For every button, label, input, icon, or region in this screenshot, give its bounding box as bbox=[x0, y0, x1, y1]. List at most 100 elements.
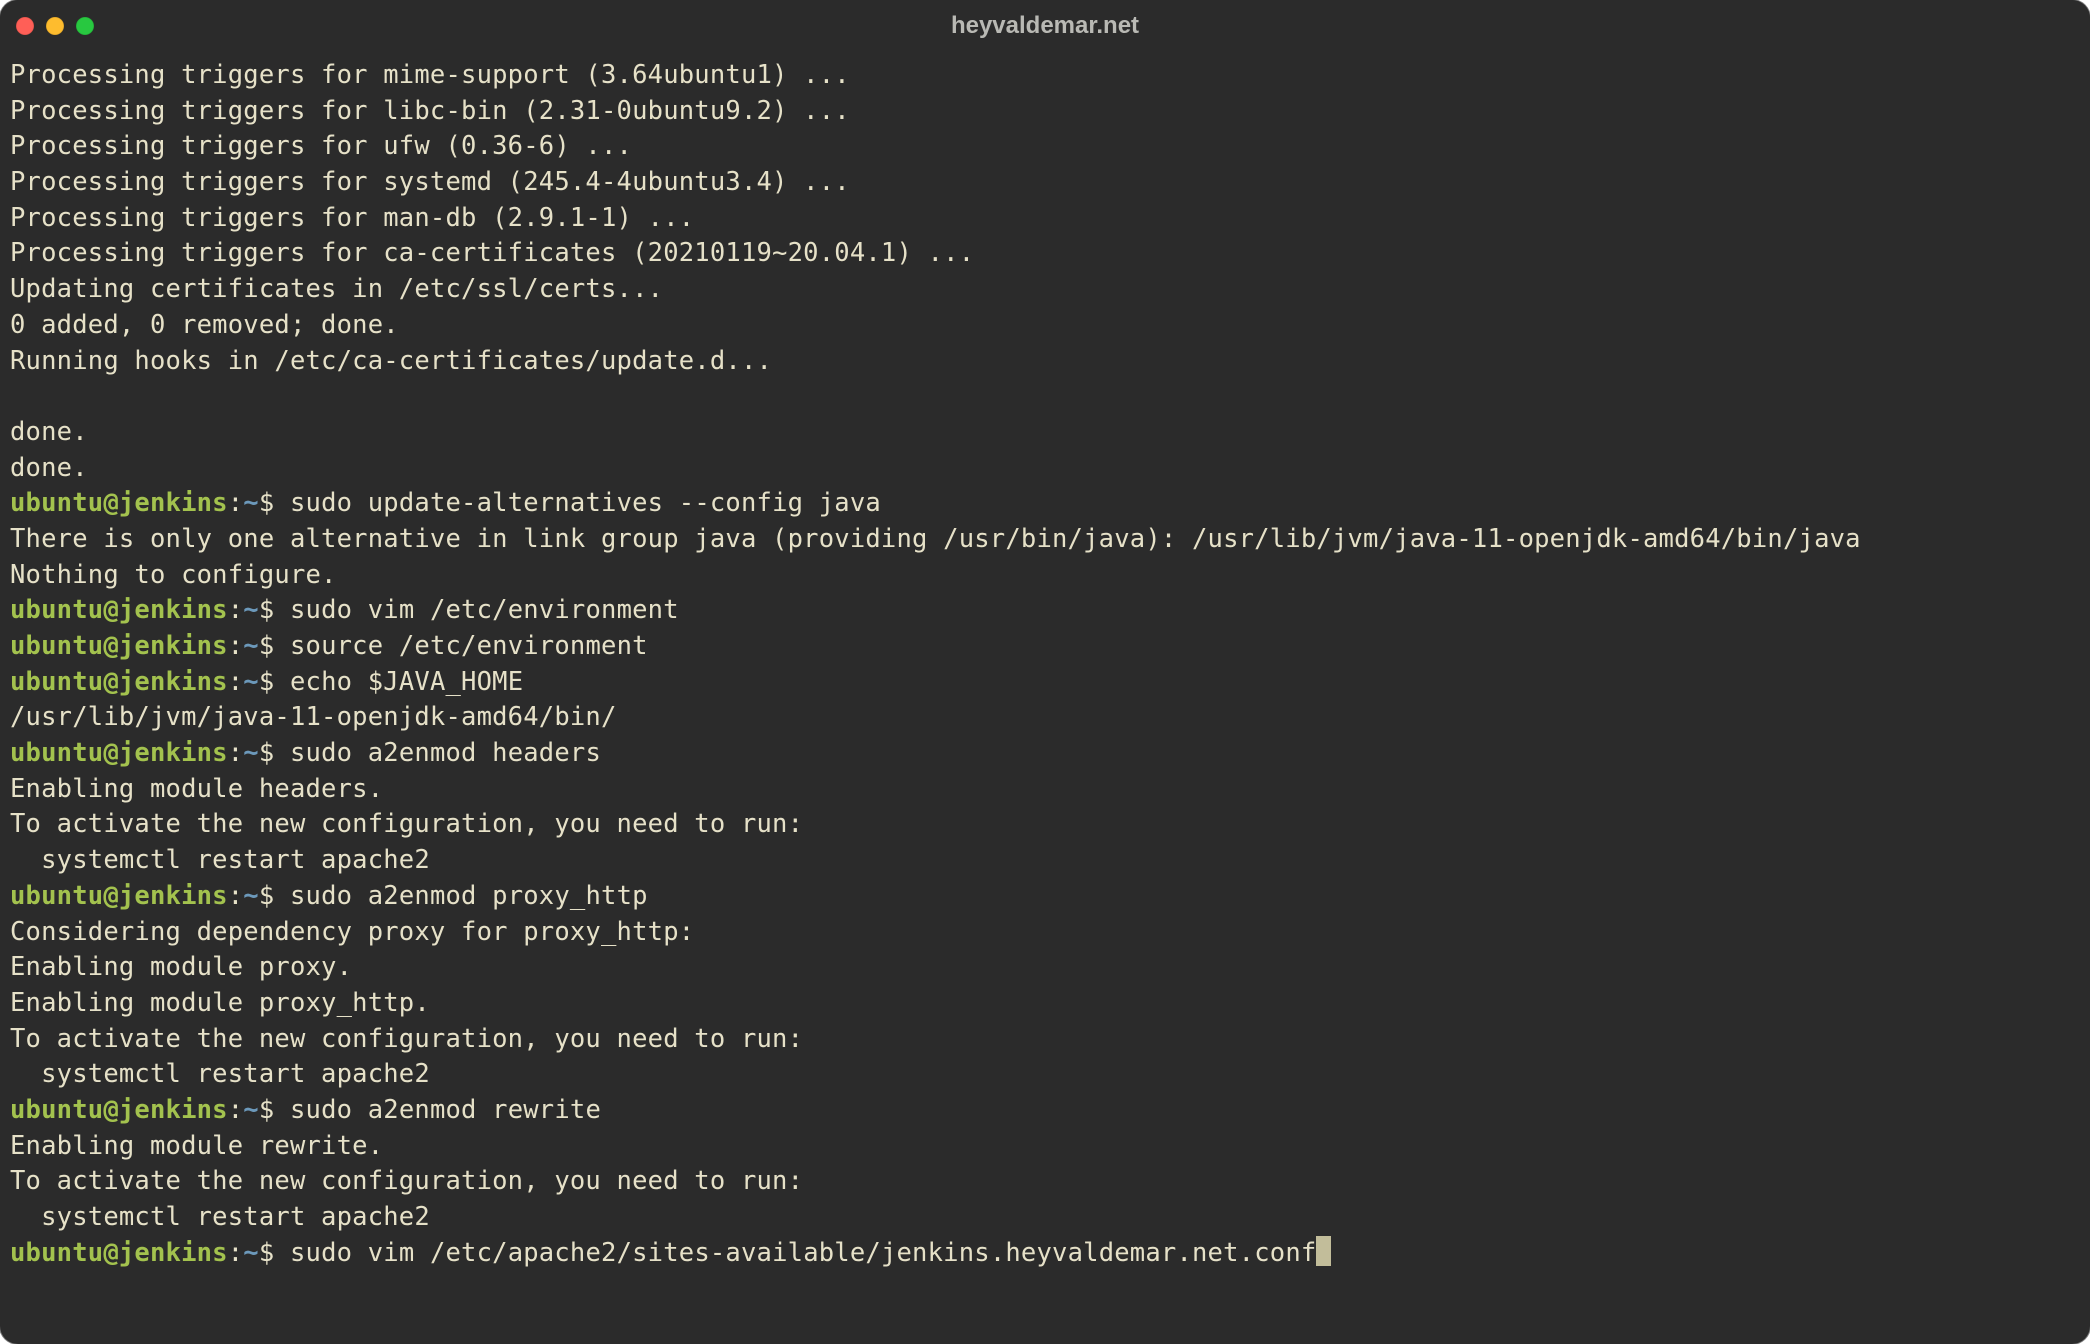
output-text: Processing triggers for libc-bin (2.31-0… bbox=[10, 96, 850, 126]
terminal-output-line: Processing triggers for libc-bin (2.31-0… bbox=[10, 94, 2080, 130]
terminal-output-line: Enabling module headers. bbox=[10, 772, 2080, 808]
output-text: There is only one alternative in link gr… bbox=[10, 524, 1861, 554]
prompt-path: ~ bbox=[243, 488, 259, 518]
terminal-output-line: done. bbox=[10, 451, 2080, 487]
prompt-symbol: $ bbox=[259, 881, 290, 911]
output-text: Processing triggers for ufw (0.36-6) ... bbox=[10, 131, 632, 161]
output-text: Enabling module rewrite. bbox=[10, 1131, 383, 1161]
terminal-output-line: systemctl restart apache2 bbox=[10, 1057, 2080, 1093]
output-text: done. bbox=[10, 453, 88, 483]
prompt-path: ~ bbox=[243, 667, 259, 697]
output-text: done. bbox=[10, 417, 88, 447]
output-text: Processing triggers for mime-support (3.… bbox=[10, 60, 850, 90]
maximize-icon[interactable] bbox=[76, 17, 94, 35]
terminal-output-line: systemctl restart apache2 bbox=[10, 1200, 2080, 1236]
prompt-symbol: $ bbox=[259, 667, 290, 697]
output-text: systemctl restart apache2 bbox=[10, 1202, 430, 1232]
output-text: Enabling module proxy. bbox=[10, 952, 352, 982]
command-text: source /etc/environment bbox=[290, 631, 648, 661]
prompt-user: ubuntu@jenkins bbox=[10, 631, 228, 661]
terminal-output-line: Processing triggers for man-db (2.9.1-1)… bbox=[10, 201, 2080, 237]
terminal-output-line: To activate the new configuration, you n… bbox=[10, 807, 2080, 843]
prompt-colon: : bbox=[228, 631, 244, 661]
prompt-symbol: $ bbox=[259, 1095, 290, 1125]
output-text: Nothing to configure. bbox=[10, 560, 337, 590]
terminal-output-line: To activate the new configuration, you n… bbox=[10, 1164, 2080, 1200]
prompt-user: ubuntu@jenkins bbox=[10, 488, 228, 518]
prompt-colon: : bbox=[228, 1238, 244, 1268]
terminal-command-line: ubuntu@jenkins:~$ sudo a2enmod proxy_htt… bbox=[10, 879, 2080, 915]
output-text: Enabling module proxy_http. bbox=[10, 988, 430, 1018]
terminal-window: heyvaldemar.net Processing triggers for … bbox=[0, 0, 2090, 1344]
cursor-icon bbox=[1316, 1236, 1331, 1266]
terminal-output-line: Processing triggers for ufw (0.36-6) ... bbox=[10, 129, 2080, 165]
terminal-command-line: ubuntu@jenkins:~$ sudo vim /etc/apache2/… bbox=[10, 1236, 2080, 1272]
prompt-colon: : bbox=[228, 667, 244, 697]
terminal-body[interactable]: Processing triggers for mime-support (3.… bbox=[0, 52, 2090, 1281]
terminal-command-line: ubuntu@jenkins:~$ sudo a2enmod headers bbox=[10, 736, 2080, 772]
output-text: Processing triggers for man-db (2.9.1-1)… bbox=[10, 203, 694, 233]
terminal-output-line: Updating certificates in /etc/ssl/certs.… bbox=[10, 272, 2080, 308]
terminal-output-line: systemctl restart apache2 bbox=[10, 843, 2080, 879]
terminal-command-line: ubuntu@jenkins:~$ sudo update-alternativ… bbox=[10, 486, 2080, 522]
terminal-command-line: ubuntu@jenkins:~$ source /etc/environmen… bbox=[10, 629, 2080, 665]
terminal-output-line: There is only one alternative in link gr… bbox=[10, 522, 2080, 558]
prompt-symbol: $ bbox=[259, 595, 290, 625]
prompt-path: ~ bbox=[243, 1095, 259, 1125]
terminal-output-line: done. bbox=[10, 415, 2080, 451]
terminal-output-line: Nothing to configure. bbox=[10, 558, 2080, 594]
output-text: Considering dependency proxy for proxy_h… bbox=[10, 917, 694, 947]
command-text: sudo a2enmod proxy_http bbox=[290, 881, 648, 911]
output-text: To activate the new configuration, you n… bbox=[10, 1024, 803, 1054]
prompt-user: ubuntu@jenkins bbox=[10, 738, 228, 768]
command-text: sudo update-alternatives --config java bbox=[290, 488, 881, 518]
command-text: sudo vim /etc/environment bbox=[290, 595, 679, 625]
terminal-command-line: ubuntu@jenkins:~$ echo $JAVA_HOME bbox=[10, 665, 2080, 701]
prompt-symbol: $ bbox=[259, 488, 290, 518]
output-text bbox=[10, 381, 26, 411]
command-text: echo $JAVA_HOME bbox=[290, 667, 523, 697]
command-text: sudo vim /etc/apache2/sites-available/je… bbox=[290, 1238, 1316, 1268]
titlebar: heyvaldemar.net bbox=[0, 0, 2090, 52]
output-text: systemctl restart apache2 bbox=[10, 845, 430, 875]
close-icon[interactable] bbox=[16, 17, 34, 35]
output-text: Processing triggers for systemd (245.4-4… bbox=[10, 167, 850, 197]
terminal-output-line bbox=[10, 379, 2080, 415]
prompt-colon: : bbox=[228, 595, 244, 625]
prompt-path: ~ bbox=[243, 1238, 259, 1268]
terminal-output-line: Enabling module rewrite. bbox=[10, 1129, 2080, 1165]
prompt-symbol: $ bbox=[259, 738, 290, 768]
output-text: Running hooks in /etc/ca-certificates/up… bbox=[10, 346, 772, 376]
command-text: sudo a2enmod rewrite bbox=[290, 1095, 601, 1125]
traffic-lights bbox=[16, 17, 94, 35]
minimize-icon[interactable] bbox=[46, 17, 64, 35]
prompt-user: ubuntu@jenkins bbox=[10, 595, 228, 625]
prompt-path: ~ bbox=[243, 738, 259, 768]
prompt-symbol: $ bbox=[259, 1238, 290, 1268]
prompt-path: ~ bbox=[243, 631, 259, 661]
prompt-path: ~ bbox=[243, 881, 259, 911]
output-text: 0 added, 0 removed; done. bbox=[10, 310, 399, 340]
output-text: To activate the new configuration, you n… bbox=[10, 1166, 803, 1196]
terminal-output-line: 0 added, 0 removed; done. bbox=[10, 308, 2080, 344]
prompt-user: ubuntu@jenkins bbox=[10, 667, 228, 697]
prompt-colon: : bbox=[228, 738, 244, 768]
prompt-colon: : bbox=[228, 881, 244, 911]
terminal-command-line: ubuntu@jenkins:~$ sudo a2enmod rewrite bbox=[10, 1093, 2080, 1129]
terminal-output-line: Enabling module proxy. bbox=[10, 950, 2080, 986]
terminal-output-line: Processing triggers for systemd (245.4-4… bbox=[10, 165, 2080, 201]
output-text: systemctl restart apache2 bbox=[10, 1059, 430, 1089]
terminal-command-line: ubuntu@jenkins:~$ sudo vim /etc/environm… bbox=[10, 593, 2080, 629]
output-text: Updating certificates in /etc/ssl/certs.… bbox=[10, 274, 663, 304]
prompt-user: ubuntu@jenkins bbox=[10, 881, 228, 911]
output-text: /usr/lib/jvm/java-11-openjdk-amd64/bin/ bbox=[10, 702, 617, 732]
prompt-user: ubuntu@jenkins bbox=[10, 1238, 228, 1268]
output-text: Enabling module headers. bbox=[10, 774, 383, 804]
terminal-output-line: To activate the new configuration, you n… bbox=[10, 1022, 2080, 1058]
terminal-output-line: Considering dependency proxy for proxy_h… bbox=[10, 915, 2080, 951]
prompt-path: ~ bbox=[243, 595, 259, 625]
command-text: sudo a2enmod headers bbox=[290, 738, 601, 768]
terminal-output-line: Processing triggers for mime-support (3.… bbox=[10, 58, 2080, 94]
prompt-symbol: $ bbox=[259, 631, 290, 661]
prompt-user: ubuntu@jenkins bbox=[10, 1095, 228, 1125]
